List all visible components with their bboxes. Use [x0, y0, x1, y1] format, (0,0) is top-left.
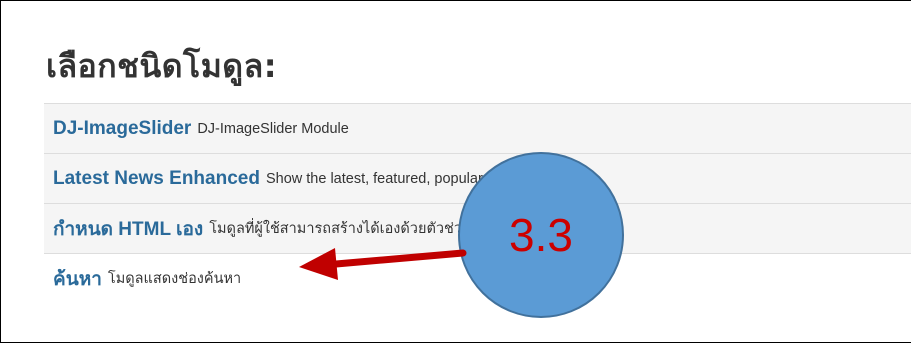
module-description: โมดูลที่ผู้ใช้สามารถสร้างได้เองด้วยตัวช่… [209, 221, 621, 237]
list-item-search[interactable]: ค้นหา โมดูลแสดงช่องค้นหา [44, 253, 911, 303]
module-description: โมดูลแสดงช่องค้นหา [107, 271, 242, 287]
module-title-link[interactable]: ค้นหา [53, 264, 102, 294]
list-item-latest-news-enhanced[interactable]: Latest News Enhanced Show the latest, fe… [44, 153, 911, 203]
screenshot-frame: เลือกชนิดโมดูล: DJ-ImageSlider DJ-ImageS… [0, 0, 911, 343]
module-type-list: DJ-ImageSlider DJ-ImageSlider Module Lat… [44, 103, 911, 303]
module-description: DJ-ImageSlider Module [197, 120, 349, 137]
module-description: Show the latest, featured, popular or re… [265, 170, 586, 187]
module-title-link[interactable]: DJ-ImageSlider [53, 118, 191, 140]
module-title-link[interactable]: กำหนด HTML เอง [53, 214, 203, 244]
list-item-dj-imageslider[interactable]: DJ-ImageSlider DJ-ImageSlider Module [44, 103, 911, 153]
module-title-link[interactable]: Latest News Enhanced [53, 168, 260, 190]
page-title: เลือกชนิดโมดูล: [46, 47, 277, 85]
list-item-custom-html[interactable]: กำหนด HTML เอง โมดูลที่ผู้ใช้สามารถสร้าง… [44, 203, 911, 253]
